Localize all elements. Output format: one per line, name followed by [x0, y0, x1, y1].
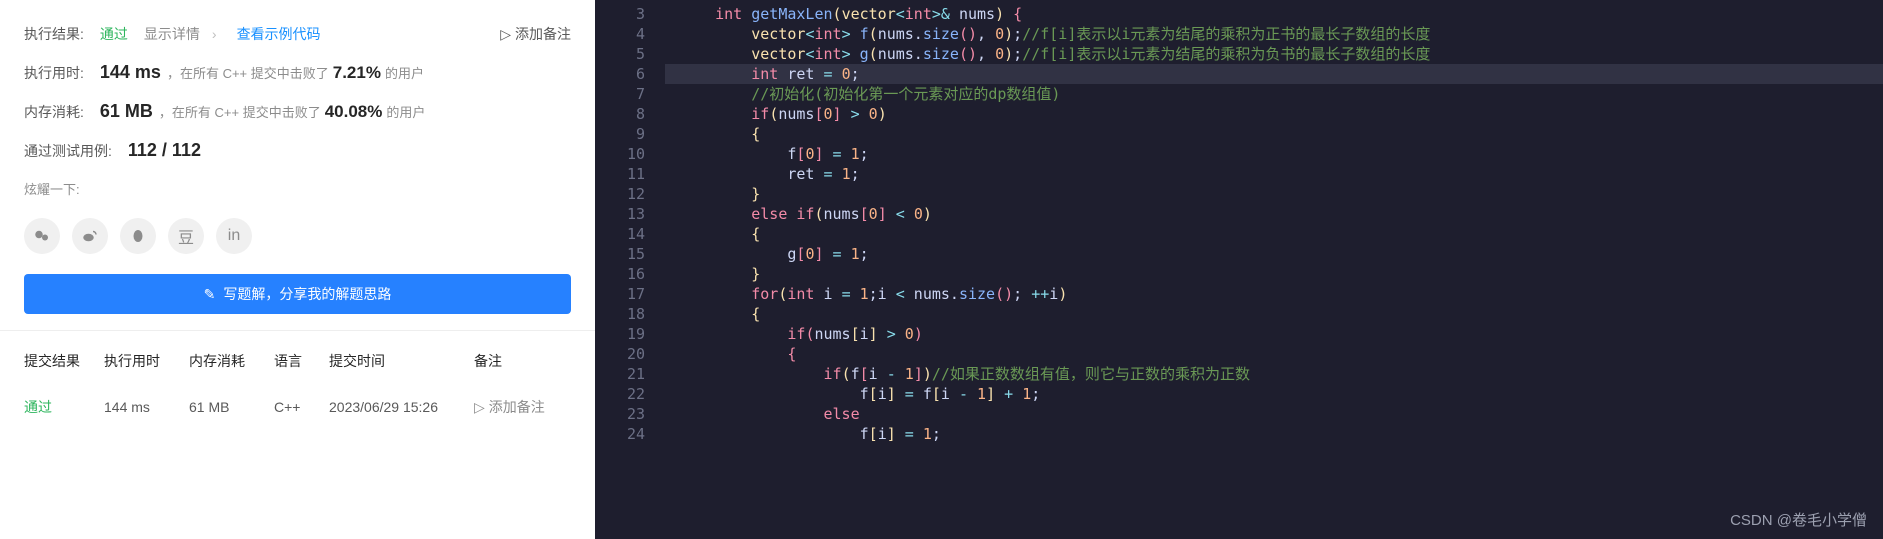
code-line[interactable]: ret = 1; — [665, 164, 1883, 184]
td-note-label: 添加备注 — [489, 397, 545, 417]
write-solution-button[interactable]: ✎ 写题解，分享我的解题思路 — [24, 274, 571, 314]
wechat-icon[interactable] — [24, 218, 60, 254]
result-header-row: 执行结果: 通过 显示详情 › 查看示例代码 ▷ 添加备注 — [24, 24, 571, 44]
code-line[interactable]: if(f[i - 1])//如果正数数组有值，则它与正数的乘积为正数 — [665, 364, 1883, 384]
table-header: 提交结果 执行用时 内存消耗 语言 提交时间 备注 — [24, 351, 571, 387]
code-line[interactable]: { — [665, 304, 1883, 324]
th-note: 备注 — [474, 351, 571, 371]
result-panel: 执行结果: 通过 显示详情 › 查看示例代码 ▷ 添加备注 执行用时: 144 … — [0, 0, 595, 539]
td-lang: C++ — [274, 399, 329, 415]
th-mem: 内存消耗 — [189, 351, 274, 371]
td-date: 2023/06/29 15:26 — [329, 399, 474, 415]
douban-icon[interactable]: 豆 — [168, 218, 204, 254]
result-card: 执行结果: 通过 显示详情 › 查看示例代码 ▷ 添加备注 执行用时: 144 … — [0, 0, 595, 331]
code-line[interactable]: int getMaxLen(vector<int>& nums) { — [665, 4, 1883, 24]
chevron-right-icon: › — [212, 26, 217, 42]
table-row[interactable]: 通过 144 ms 61 MB C++ 2023/06/29 15:26 ▷ 添… — [24, 387, 571, 427]
memory-label: 内存消耗: — [24, 102, 84, 122]
runtime-text1: ，在所有 C++ 提交中击败了 — [167, 63, 329, 82]
code-line[interactable]: { — [665, 224, 1883, 244]
memory-text2: 的用户 — [386, 102, 425, 121]
share-icons-row: 豆 in — [24, 218, 571, 254]
code-line[interactable]: } — [665, 184, 1883, 204]
memory-value: 61 MB — [100, 101, 153, 122]
share-row: 炫耀一下: — [24, 179, 571, 198]
pencil-icon: ✎ — [204, 286, 216, 303]
result-label: 执行结果: — [24, 24, 84, 44]
code-line[interactable]: f[0] = 1; — [665, 144, 1883, 164]
td-note[interactable]: ▷ 添加备注 — [474, 397, 571, 417]
line-gutter: 3456789101112131415161718192021222324 — [595, 0, 665, 539]
code-line[interactable]: //初始化(初始化第一个元素对应的dp数组值) — [665, 84, 1883, 104]
th-date: 提交时间 — [329, 351, 474, 371]
testcases-value: 112 / 112 — [128, 140, 201, 161]
runtime-value: 144 ms — [100, 62, 161, 83]
status-badge: 通过 — [100, 24, 128, 44]
weibo-icon[interactable] — [72, 218, 108, 254]
th-lang: 语言 — [274, 351, 329, 371]
code-line[interactable]: } — [665, 264, 1883, 284]
code-editor[interactable]: 3456789101112131415161718192021222324 in… — [595, 0, 1883, 539]
flag-icon: ▷ — [474, 399, 485, 416]
flag-icon: ▷ — [500, 26, 511, 43]
sample-code-link[interactable]: 查看示例代码 — [237, 24, 321, 44]
code-line[interactable]: g[0] = 1; — [665, 244, 1883, 264]
testcases-row: 通过测试用例: 112 / 112 — [24, 140, 571, 161]
runtime-row: 执行用时: 144 ms ，在所有 C++ 提交中击败了 7.21% 的用户 — [24, 62, 571, 83]
runtime-text2: 的用户 — [385, 63, 424, 82]
td-time: 144 ms — [104, 399, 189, 415]
qq-icon[interactable] — [120, 218, 156, 254]
code-area[interactable]: int getMaxLen(vector<int>& nums) { vecto… — [665, 0, 1883, 539]
memory-row: 内存消耗: 61 MB ，在所有 C++ 提交中击败了 40.08% 的用户 — [24, 101, 571, 122]
code-line[interactable]: { — [665, 344, 1883, 364]
code-line[interactable]: if(nums[i] > 0) — [665, 324, 1883, 344]
code-line[interactable]: int ret = 0; — [665, 64, 1883, 84]
code-line[interactable]: { — [665, 124, 1883, 144]
code-line[interactable]: vector<int> f(nums.size(), 0);//f[i]表示以i… — [665, 24, 1883, 44]
share-label: 炫耀一下: — [24, 179, 80, 198]
add-note-button[interactable]: ▷ 添加备注 — [500, 24, 571, 44]
th-time: 执行用时 — [104, 351, 189, 371]
code-line[interactable]: for(int i = 1;i < nums.size(); ++i) — [665, 284, 1883, 304]
runtime-label: 执行用时: — [24, 63, 84, 83]
show-detail-link[interactable]: 显示详情 — [144, 24, 200, 44]
th-result: 提交结果 — [24, 351, 104, 371]
td-result: 通过 — [24, 397, 104, 417]
code-line[interactable]: vector<int> g(nums.size(), 0);//f[i]表示以i… — [665, 44, 1883, 64]
testcases-label: 通过测试用例: — [24, 141, 112, 161]
runtime-pct: 7.21% — [333, 63, 381, 83]
code-line[interactable]: else — [665, 404, 1883, 424]
td-mem: 61 MB — [189, 399, 274, 415]
linkedin-icon[interactable]: in — [216, 218, 252, 254]
submissions-table: 提交结果 执行用时 内存消耗 语言 提交时间 备注 通过 144 ms 61 M… — [0, 331, 595, 427]
code-line[interactable]: if(nums[0] > 0) — [665, 104, 1883, 124]
code-line[interactable]: f[i] = f[i - 1] + 1; — [665, 384, 1883, 404]
code-line[interactable]: f[i] = 1; — [665, 424, 1883, 444]
memory-text1: ，在所有 C++ 提交中击败了 — [159, 102, 321, 121]
memory-pct: 40.08% — [325, 102, 383, 122]
code-line[interactable]: else if(nums[0] < 0) — [665, 204, 1883, 224]
watermark: CSDN @卷毛小学僧 — [1730, 511, 1867, 531]
write-solution-label: 写题解，分享我的解题思路 — [223, 284, 391, 304]
add-note-label: 添加备注 — [515, 24, 571, 44]
